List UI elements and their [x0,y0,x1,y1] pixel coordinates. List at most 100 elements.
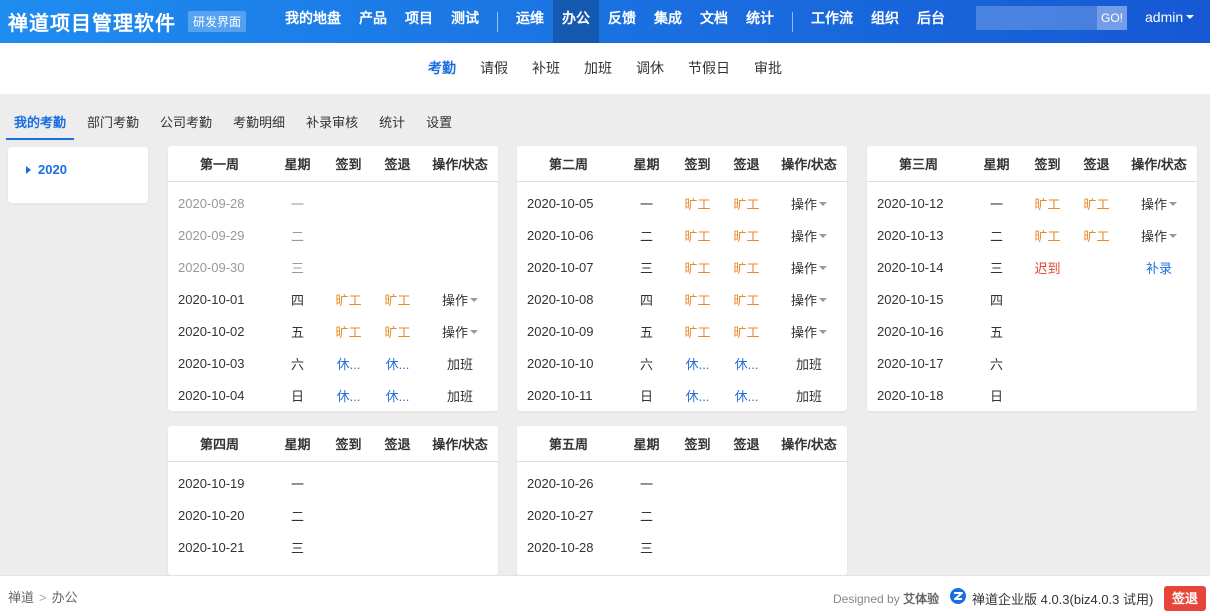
sign-in-cell: 旷工 [673,251,722,283]
sign-out-cell [373,219,422,251]
sign-in-cell [673,461,722,499]
week-card-5: 第五周 星期 签到 签退 操作/状态 2020-10-26 一 2020-10-27 二 2020… [517,426,847,575]
subnav-item[interactable]: 审批 [742,58,794,78]
sign-out-cell [373,531,422,563]
breadcrumb: 禅道 > 办公 [8,587,78,606]
attendance-row: 2020-10-13 二 旷工 旷工 操作 [867,219,1197,251]
operation-dropdown[interactable]: 操作 [442,325,478,340]
status-text: 休... [685,388,710,404]
tab[interactable]: 考勤明细 [225,108,293,140]
designed-by-label: Designed by [833,592,900,606]
sign-in-cell: 旷工 [1023,219,1072,251]
tab[interactable]: 公司考勤 [152,108,220,140]
operation-cell [1121,315,1197,347]
status-text: 休... [385,356,410,372]
week-card-2: 第二周 星期 签到 签退 操作/状态 2020-10-05 一旷工 旷工 操作 2020-10-0… [517,146,847,411]
tab[interactable]: 统计 [371,108,413,140]
operation-cell: 加班 [771,347,847,379]
subnav-item[interactable]: 加班 [572,58,624,78]
search-go-button[interactable]: GO! [1097,6,1127,30]
operation-dropdown[interactable]: 操作 [1141,197,1177,212]
operation-dropdown[interactable]: 操作 [442,293,478,308]
nav-item[interactable]: 项目 [396,0,442,43]
app-title[interactable]: 禅道项目管理软件 [8,7,176,36]
status-text: 旷工 [733,292,760,308]
attendance-row: 2020-09-28 一 [168,181,498,219]
nav-item[interactable]: 办公 [553,0,600,43]
tab[interactable]: 补录审核 [298,108,366,140]
subnav-item[interactable]: 节假日 [676,58,742,78]
operation-dropdown[interactable]: 操作 [791,229,827,244]
nav-item[interactable]: 组织 [862,0,908,43]
search-input[interactable] [976,6,1097,30]
sign-out-cell [373,461,422,499]
operation-label: 操作 [1140,196,1167,212]
attendance-row: 2020-10-04 日 休... 休... 加班 [168,379,498,411]
operation-dropdown[interactable]: 操作 [791,261,827,276]
date-cell: 2020-10-14 [877,259,944,275]
operation-dropdown[interactable]: 操作 [1141,229,1177,244]
date-cell: 2020-10-05 [527,195,594,211]
column-header: 星期 [620,426,673,462]
column-header: 星期 [620,146,673,182]
nav-item[interactable]: 反馈 [599,0,645,43]
column-header: 签退 [722,146,771,182]
subnav-item[interactable]: 请假 [468,58,520,78]
signout-button[interactable]: 签退 [1164,586,1206,611]
sign-in-cell [1023,283,1072,315]
breadcrumb-current[interactable]: 办公 [52,590,78,605]
operation-dropdown[interactable]: 操作 [791,293,827,308]
weekday-cell: 四 [290,292,304,308]
operation-dropdown[interactable]: 操作 [791,325,827,340]
operation-dropdown[interactable]: 操作 [791,197,827,212]
designer-name[interactable]: 艾体验 [903,592,939,606]
tab[interactable]: 我的考勤 [6,108,75,140]
sign-out-cell [1072,379,1121,411]
tab[interactable]: 设置 [418,108,460,140]
weekday-cell: 二 [639,228,653,244]
status-text: 旷工 [684,196,711,212]
week-header: 第四周 [168,426,271,462]
column-header: 签到 [324,426,373,462]
footer-bar: 禅道 > 办公 Designed by 艾体验 禅道企业版 4.0.3(biz4.0… [0,575,1210,612]
nav-item[interactable]: 我的地盘 [276,0,350,43]
year-toggle[interactable]: 2020 [26,162,67,177]
subnav-item[interactable]: 补班 [520,58,572,78]
sign-out-cell [1072,251,1121,283]
user-menu[interactable]: admin [1145,9,1195,25]
status-text: 休... [336,356,361,372]
date-cell: 2020-10-10 [527,355,594,371]
nav-item[interactable]: 工作流 [802,0,862,43]
attendance-row: 2020-10-08 四 旷工 旷工 操作 [517,283,847,315]
breadcrumb-home[interactable]: 禅道 [8,590,34,605]
weekday-cell: 二 [639,508,653,524]
date-cell: 2020-10-15 [877,291,944,307]
nav-item[interactable]: 运维 [507,0,553,43]
nav-item[interactable]: 后台 [908,0,954,43]
mode-switch-badge[interactable]: 研发界面 [188,11,247,32]
attendance-row: 2020-10-16 五 [867,315,1197,347]
tab[interactable]: 部门考勤 [79,108,147,140]
operation-cell: 操作 [1121,181,1197,219]
subnav-item[interactable]: 调休 [624,58,676,78]
nav-item[interactable]: 集成 [645,0,691,43]
nav-item[interactable]: 统计 [737,0,783,43]
nav-item[interactable]: 测试 [442,0,488,43]
caret-down-icon [1169,202,1177,207]
version-label[interactable]: 禅道企业版 4.0.3(biz4.0.3 试用) [972,589,1153,608]
sign-out-cell [1072,283,1121,315]
weekday-cell: 五 [290,324,304,340]
operation-cell [422,563,498,575]
nav-item[interactable]: 文档 [691,0,737,43]
nav-item[interactable]: 产品 [350,0,396,43]
attendance-row: 2020-10-22四 [168,563,498,576]
supplement-link[interactable]: 补录 [1146,261,1172,276]
weekday-cell: 四 [989,292,1003,308]
sign-out-cell [722,499,771,531]
attendance-row: 2020-10-11 日 休... 休... 加班 [517,379,847,411]
attendance-row: 2020-10-03 六 休... 休... 加班 [168,347,498,379]
operation-label: 操作 [441,292,468,308]
operation-cell [1121,347,1197,379]
subnav-item[interactable]: 考勤 [416,58,468,78]
sign-out-cell: 旷工 [722,251,771,283]
